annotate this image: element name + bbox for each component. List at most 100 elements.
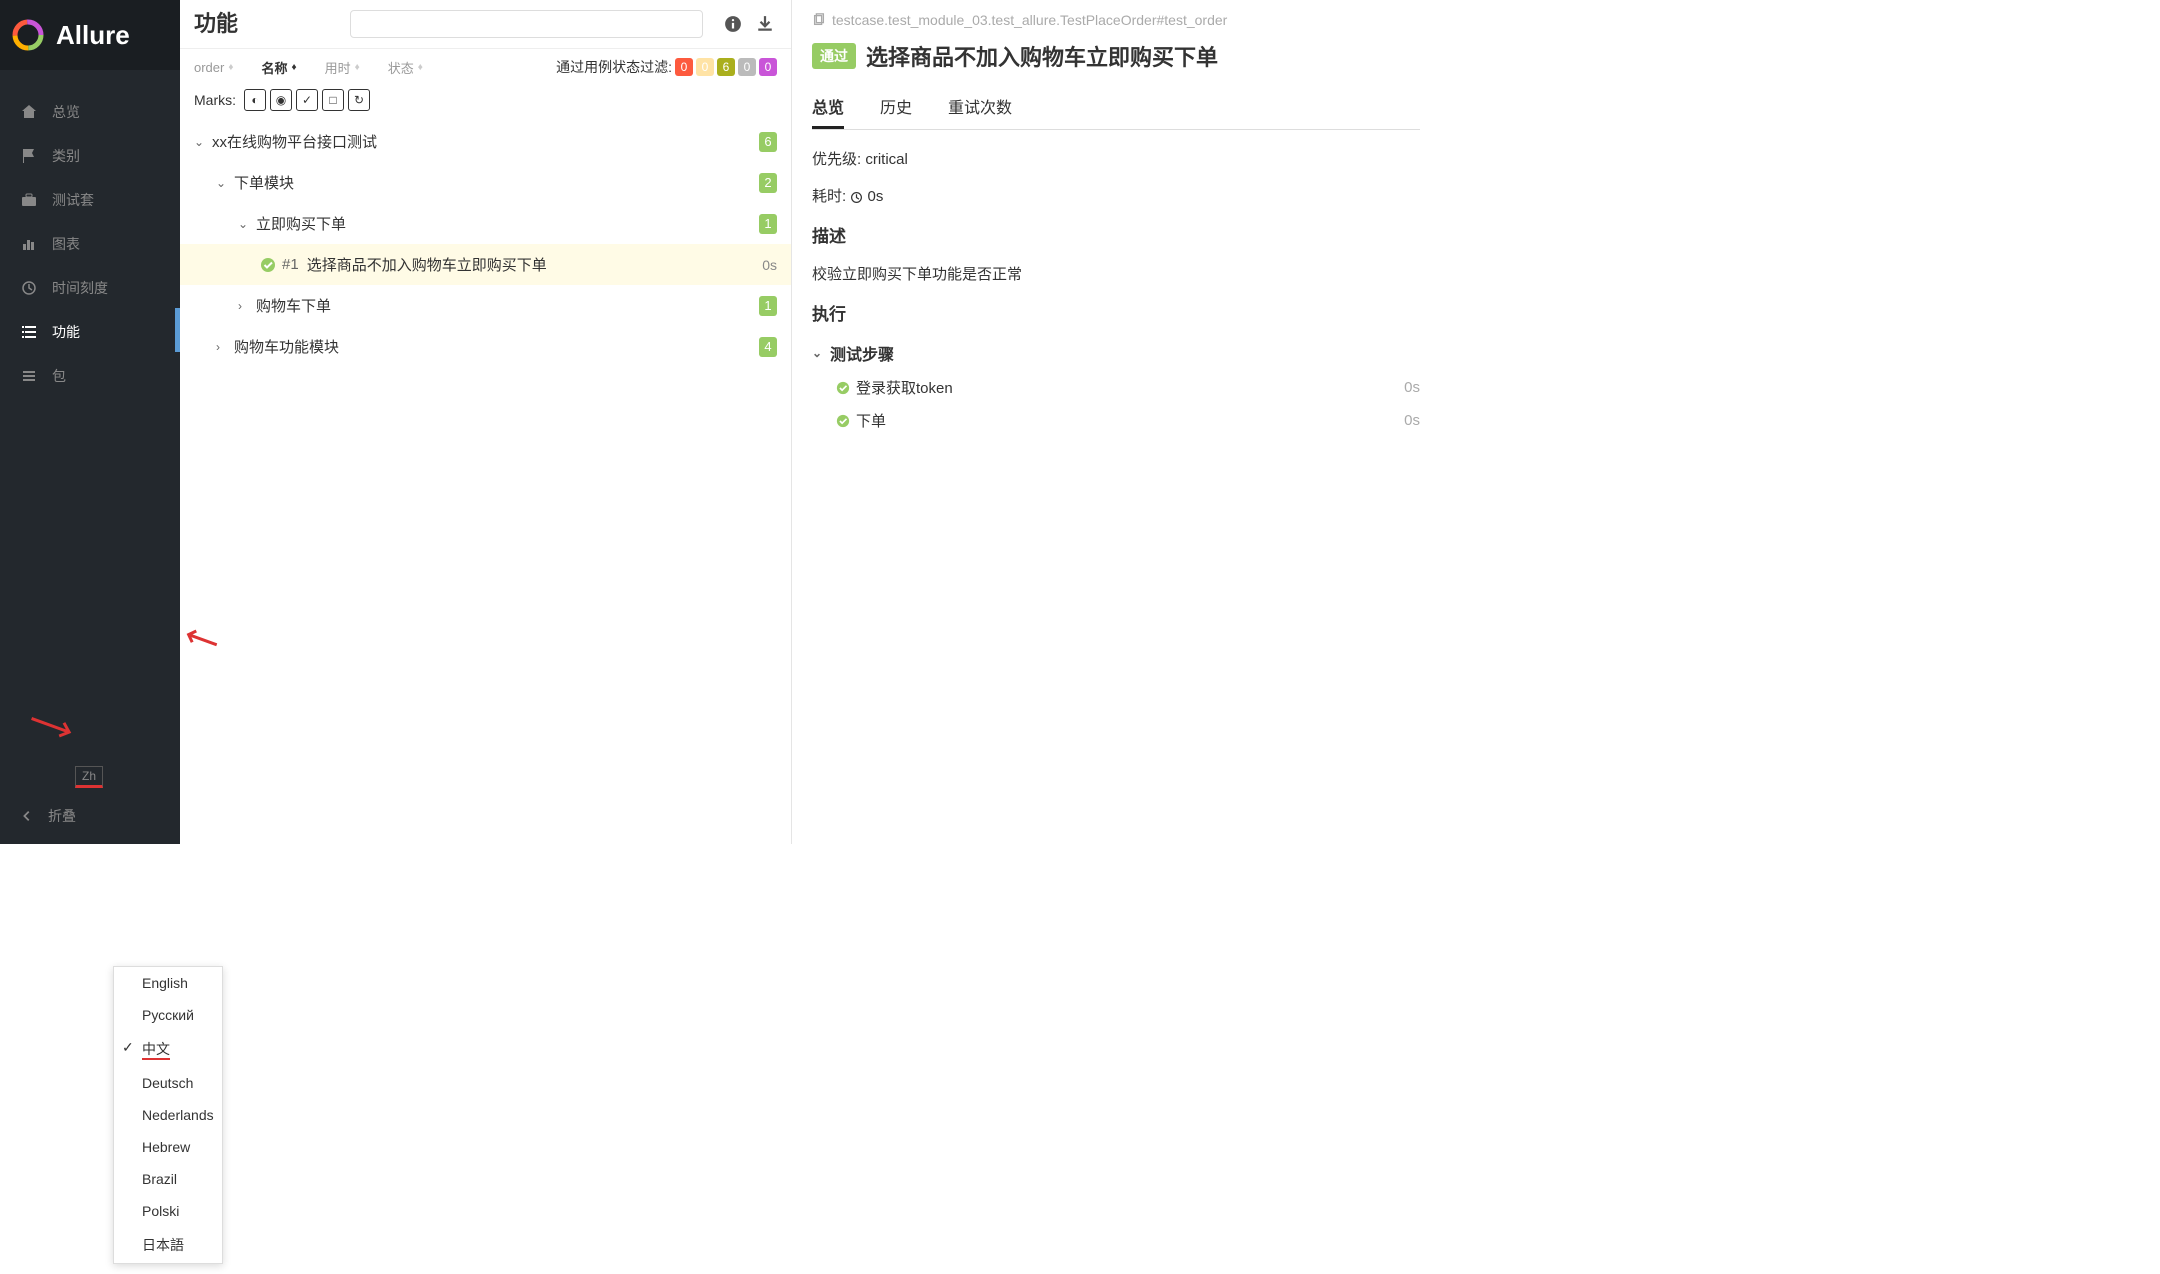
test-path: testcase.test_module_03.test_allure.Test… [812,12,1420,28]
tree-group[interactable]: › 购物车功能模块 4 [180,326,791,367]
tree-group[interactable]: ⌄ xx在线购物平台接口测试 6 [180,121,791,162]
tree-count-badge: 1 [759,296,777,316]
list-icon [20,323,38,341]
lang-option-polish[interactable]: Polski [114,1195,222,1227]
nav-label: 类别 [52,146,80,166]
flag-icon [20,147,38,165]
tree-group[interactable]: ⌄ 下单模块 2 [180,162,791,203]
lang-option-german[interactable]: Deutsch [114,1067,222,1099]
tree-label: 选择商品不加入购物车立即购买下单 [307,254,763,275]
sort-icon: ♦ [355,62,360,73]
step-time: 0s [1404,412,1420,429]
collapse-button[interactable]: 折叠 [20,798,160,834]
tree-group[interactable]: › 购物车下单 1 [180,285,791,326]
tree-duration: 0s [762,257,777,273]
detail-title-row: 通过 选择商品不加入购物车立即购买下单 [812,40,1420,72]
layers-icon [20,367,38,385]
lang-option-russian[interactable]: Русский [114,999,222,1031]
step-row[interactable]: 登录获取token 0s [812,371,1420,404]
brand-text: Allure [56,20,130,51]
panel-title: 功能 [194,11,240,37]
lang-option-chinese[interactable]: 中文 [114,1031,222,1067]
tree-label: xx在线购物平台接口测试 [212,131,759,152]
lang-option-brazil[interactable]: Brazil [114,1163,222,1195]
test-tree: ⌄ xx在线购物平台接口测试 6 ⌄ 下单模块 2 ⌄ 立即购买下单 1 #1 … [180,121,791,844]
allure-logo-icon [12,19,44,51]
sort-duration[interactable]: 用时♦ [325,58,360,77]
nav-label: 时间刻度 [52,278,108,298]
nav-overview[interactable]: 总览 [0,90,180,134]
clock-icon [850,191,863,204]
sort-icon: ♦ [291,62,296,73]
tree-test[interactable]: #1 选择商品不加入购物车立即购买下单 0s [180,244,791,285]
tree-count-badge: 1 [759,214,777,234]
tree-count-badge: 4 [759,337,777,357]
nav-label: 图表 [52,234,80,254]
mark-new-failed[interactable]: ✓ [296,89,318,111]
language-button[interactable]: Zh [75,766,103,788]
mark-flaky[interactable]: ◐ [244,89,266,111]
description-label: 描述 [812,222,1420,247]
download-icon[interactable] [753,12,777,36]
detail-title: 选择商品不加入购物车立即购买下单 [866,40,1218,72]
step-time: 0s [1404,379,1420,396]
lang-option-hebrew[interactable]: Hebrew [114,1131,222,1163]
filter-label: 通过用例状态过滤: [556,57,672,77]
nav-timeline[interactable]: 时间刻度 [0,266,180,310]
tree-label: 购物车功能模块 [234,336,759,357]
tab-history[interactable]: 历史 [880,86,912,129]
copy-icon[interactable] [812,13,826,27]
info-icon[interactable] [721,12,745,36]
mark-refresh[interactable]: ↻ [348,89,370,111]
filter-passed[interactable]: 6 [717,58,735,76]
sort-name[interactable]: 名称♦ [261,58,296,77]
sidebar-nav: 总览 类别 测试套 图表 时间刻度 功能 [0,70,180,756]
mark-retry[interactable]: □ [322,89,344,111]
test-num: #1 [282,256,299,273]
chevron-right-icon: › [238,299,250,313]
step-row[interactable]: 下单 0s [812,404,1420,437]
search-input[interactable] [350,10,703,38]
nav-suites[interactable]: 测试套 [0,178,180,222]
lang-option-english[interactable]: English [114,967,222,999]
sort-status[interactable]: 状态♦ [388,58,423,77]
tree-panel: 功能 order♦ 名称♦ 用时♦ 状态♦ 通过用例状态过滤: 0 0 6 0 … [180,0,792,844]
tab-retries[interactable]: 重试次数 [948,86,1012,129]
tree-header: 功能 [180,0,791,49]
home-icon [20,103,38,121]
nav-packages[interactable]: 包 [0,354,180,398]
filter-broken[interactable]: 0 [696,58,714,76]
tree-label: 立即购买下单 [256,213,759,234]
lang-option-dutch[interactable]: Nederlands [114,1099,222,1131]
active-tab-indicator [175,308,180,352]
nav-label: 包 [52,366,66,386]
sort-order[interactable]: order♦ [194,60,233,75]
execution-label: 执行 [812,300,1420,325]
tree-group[interactable]: ⌄ 立即购买下单 1 [180,203,791,244]
tree-label: 下单模块 [234,172,759,193]
sort-icon: ♦ [418,62,423,73]
filter-failed[interactable]: 0 [675,58,693,76]
filter-unknown[interactable]: 0 [759,58,777,76]
step-name: 登录获取token [856,377,953,398]
filter-skipped[interactable]: 0 [738,58,756,76]
tree-count-badge: 2 [759,173,777,193]
chevron-left-icon [20,809,34,823]
nav-behaviors[interactable]: 功能 [0,310,180,354]
tab-overview[interactable]: 总览 [812,86,844,129]
chart-icon [20,235,38,253]
description-value: 校验立即购买下单功能是否正常 [812,263,1420,284]
sidebar-brand[interactable]: Allure [0,0,180,70]
nav-label: 功能 [52,322,80,342]
nav-graphs[interactable]: 图表 [0,222,180,266]
lang-option-japanese[interactable]: 日本語 [114,1227,222,1263]
tree-label: 购物车下单 [256,295,759,316]
status-tag: 通过 [812,43,856,69]
steps-header[interactable]: ⌄ 测试步骤 [812,341,1420,365]
duration-row: 耗时: 0s [812,185,1420,206]
mark-new-passed[interactable]: ◉ [270,89,292,111]
tree-count-badge: 6 [759,132,777,152]
nav-categories[interactable]: 类别 [0,134,180,178]
sidebar-footer: Zh 折叠 [0,756,180,844]
priority-row: 优先级: critical [812,148,1420,169]
